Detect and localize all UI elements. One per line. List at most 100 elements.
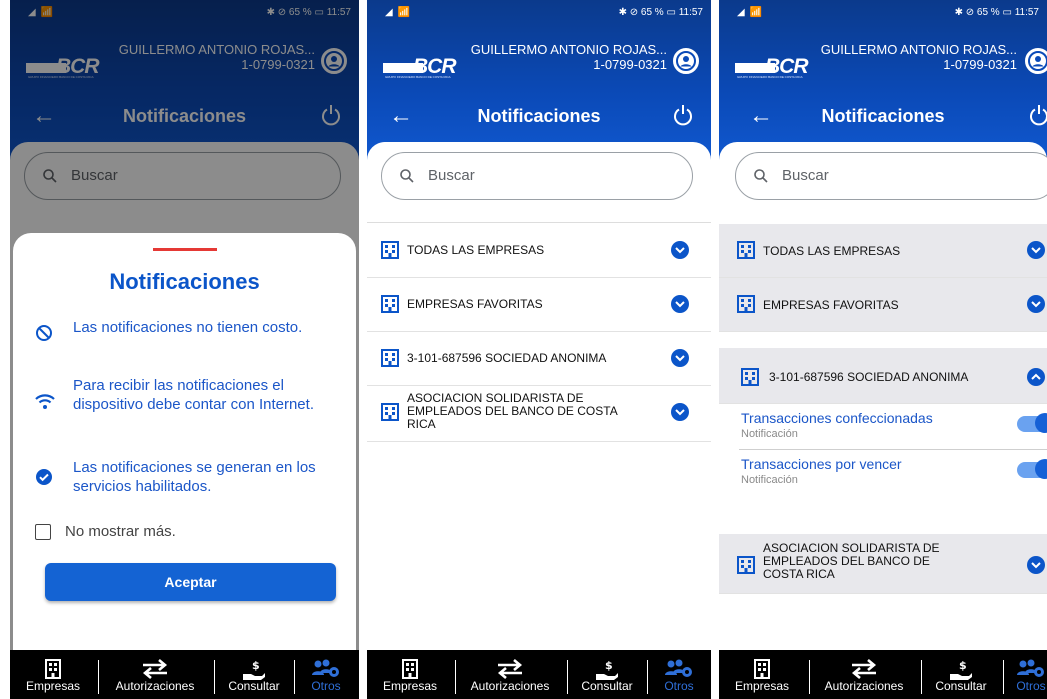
phone-screen-list: ◢ 📶 ✱ ⊘ 65 % ▭ 11:57 BCR GRUPO FINANCIER… xyxy=(367,0,711,699)
hand-money-icon: $ xyxy=(596,659,618,680)
building-icon xyxy=(381,403,399,421)
bcr-logo: BCR GRUPO FINANCIERO BANCO DE COSTA RICA xyxy=(383,55,456,79)
bottom-nav: Empresas Autorizaciones $ Consultar Otro… xyxy=(719,650,1047,699)
notification-toggle[interactable] xyxy=(1017,459,1047,479)
svg-text:$: $ xyxy=(252,659,260,672)
dont-show-checkbox[interactable] xyxy=(35,524,51,540)
user-info: GUILLERMO ANTONIO ROJAS... 1-0799-0321 xyxy=(471,42,667,72)
building-icon xyxy=(754,659,770,679)
nav-empresas[interactable]: Empresas xyxy=(367,650,453,699)
chevron-down-icon[interactable] xyxy=(1027,241,1045,259)
power-icon[interactable] xyxy=(673,104,693,131)
search-icon xyxy=(754,169,768,183)
phone-screen-expanded: ◢ 📶 ✱ ⊘ 65 % ▭ 11:57 BCR GRUPO FINANCIER… xyxy=(719,0,1047,699)
building-icon xyxy=(737,556,755,574)
building-icon xyxy=(737,241,755,259)
building-icon xyxy=(741,368,759,386)
chevron-down-icon[interactable] xyxy=(1027,556,1045,574)
chevron-up-icon[interactable] xyxy=(1027,368,1045,386)
nav-empresas[interactable]: Empresas xyxy=(10,650,96,699)
hand-money-icon: $ xyxy=(243,659,265,680)
chevron-down-icon[interactable] xyxy=(671,241,689,259)
phone-screen-modal: ◢ 📶 ✱ ⊘ 65 % ▭ 11:57 BCR GRUPO FINANCIER… xyxy=(10,0,359,699)
notification-toggle[interactable] xyxy=(1017,413,1047,433)
nav-otros[interactable]: Otros xyxy=(296,650,356,699)
modal-title: Notificaciones xyxy=(109,269,260,294)
wifi-icon xyxy=(35,394,55,409)
company-item[interactable]: EMPRESAS FAVORITAS xyxy=(367,278,711,332)
power-icon[interactable] xyxy=(1029,104,1047,131)
user-name: GUILLERMO ANTONIO ROJAS... xyxy=(470,42,667,57)
people-gear-icon xyxy=(665,659,692,677)
company-list: TODAS LAS EMPRESAS EMPRESAS FAVORITAS 3-… xyxy=(719,224,1047,594)
svg-text:$: $ xyxy=(959,659,967,672)
screenshot-collage: ◢ 📶 ✱ ⊘ 65 % ▭ 11:57 BCR GRUPO FINANCIER… xyxy=(0,0,1047,699)
building-icon xyxy=(381,241,399,259)
building-icon xyxy=(381,295,399,313)
company-item[interactable]: EMPRESAS FAVORITAS xyxy=(719,278,1047,332)
user-info: GUILLERMO ANTONIO ROJAS... 1-0799-0321 xyxy=(821,42,1017,72)
avatar-icon[interactable] xyxy=(673,48,699,74)
search-placeholder: Buscar xyxy=(428,167,475,184)
nav-autorizaciones[interactable]: Autorizaciones xyxy=(100,650,210,699)
building-icon xyxy=(402,659,418,679)
building-icon xyxy=(737,295,755,313)
search-icon xyxy=(400,169,414,183)
building-icon xyxy=(45,659,61,679)
chevron-down-icon[interactable] xyxy=(671,295,689,313)
search-input[interactable]: Buscar xyxy=(735,152,1047,200)
accept-button[interactable]: Aceptar xyxy=(45,563,336,601)
dont-show-label: No mostrar más. xyxy=(65,523,176,540)
notification-setting: Transacciones por vencer Notificación xyxy=(719,450,1047,496)
status-right: ✱ ⊘ 65 % ▭ 11:57 xyxy=(954,7,1039,18)
company-list: TODAS LAS EMPRESAS EMPRESAS FAVORITAS 3-… xyxy=(367,224,711,442)
info-row-internet: Para recibir las notificaciones el dispo… xyxy=(35,376,342,436)
company-item[interactable]: TODAS LAS EMPRESAS xyxy=(367,224,711,278)
hand-money-icon: $ xyxy=(950,659,972,680)
nav-otros[interactable]: Otros xyxy=(649,650,709,699)
check-circle-icon xyxy=(36,469,52,485)
svg-text:$: $ xyxy=(605,659,613,672)
notifications-modal: Notificaciones Las notificaciones no tie… xyxy=(13,233,356,650)
transfer-arrows-icon xyxy=(851,659,877,679)
page-title: Notificaciones xyxy=(477,106,601,126)
user-id: 1-0799-0321 xyxy=(593,57,667,72)
nav-bar: ← Notificaciones xyxy=(367,102,711,132)
nav-consultar[interactable]: $ Consultar xyxy=(923,650,999,699)
nav-empresas[interactable]: Empresas xyxy=(719,650,805,699)
signal-icon: ◢ 📶 xyxy=(737,7,763,18)
search-input[interactable]: Buscar xyxy=(381,152,693,200)
chevron-down-icon[interactable] xyxy=(671,349,689,367)
transfer-arrows-icon xyxy=(142,659,168,679)
notification-setting: Transacciones confeccionadas Notificació… xyxy=(719,404,1047,450)
status-bar: ◢ 📶 ✱ ⊘ 65 % ▭ 11:57 xyxy=(377,6,703,22)
company-item[interactable]: ASOCIACION SOLIDARISTA DE EMPLEADOS DEL … xyxy=(719,534,1047,594)
company-item[interactable]: TODAS LAS EMPRESAS xyxy=(719,224,1047,278)
signal-icon: ◢ 📶 xyxy=(385,7,411,18)
search-placeholder: Buscar xyxy=(782,167,829,184)
nav-autorizaciones[interactable]: Autorizaciones xyxy=(811,650,917,699)
chevron-down-icon[interactable] xyxy=(671,403,689,421)
page-title: Notificaciones xyxy=(821,106,945,126)
nav-consultar[interactable]: $ Consultar xyxy=(216,650,292,699)
status-right: ✱ ⊘ 65 % ▭ 11:57 xyxy=(618,7,703,18)
transfer-arrows-icon xyxy=(497,659,523,679)
no-cost-icon xyxy=(36,325,52,341)
avatar-icon[interactable] xyxy=(1025,48,1047,74)
company-item[interactable]: ASOCIACION SOLIDARISTA DE EMPLEADOS DEL … xyxy=(367,386,711,442)
nav-autorizaciones[interactable]: Autorizaciones xyxy=(457,650,563,699)
bottom-nav: Empresas Autorizaciones $ Consultar Otro… xyxy=(367,650,711,699)
chevron-down-icon[interactable] xyxy=(1027,295,1045,313)
app-header: ◢ 📶 ✱ ⊘ 65 % ▭ 11:57 BCR GRUPO FINANCIER… xyxy=(719,0,1047,160)
status-bar: ◢ 📶 ✱ ⊘ 65 % ▭ 11:57 xyxy=(729,6,1039,22)
sheet-handle[interactable] xyxy=(152,248,217,251)
people-gear-icon xyxy=(312,659,339,677)
company-item[interactable]: 3-101-687596 SOCIEDAD ANONIMA xyxy=(367,332,711,386)
main-content: Buscar TODAS LAS EMPRESAS EMPRESAS FAVOR… xyxy=(367,142,711,650)
nav-otros[interactable]: Otros xyxy=(1009,650,1047,699)
company-item-expanded[interactable]: 3-101-687596 SOCIEDAD ANONIMA xyxy=(719,348,1047,404)
info-row-cost: Las notificaciones no tienen costo. xyxy=(35,318,342,358)
nav-consultar[interactable]: $ Consultar xyxy=(569,650,645,699)
info-row-services: Las notificaciones se generan en los ser… xyxy=(35,458,342,498)
main-content: Buscar TODAS LAS EMPRESAS EMPRESAS FAVOR… xyxy=(719,142,1047,650)
